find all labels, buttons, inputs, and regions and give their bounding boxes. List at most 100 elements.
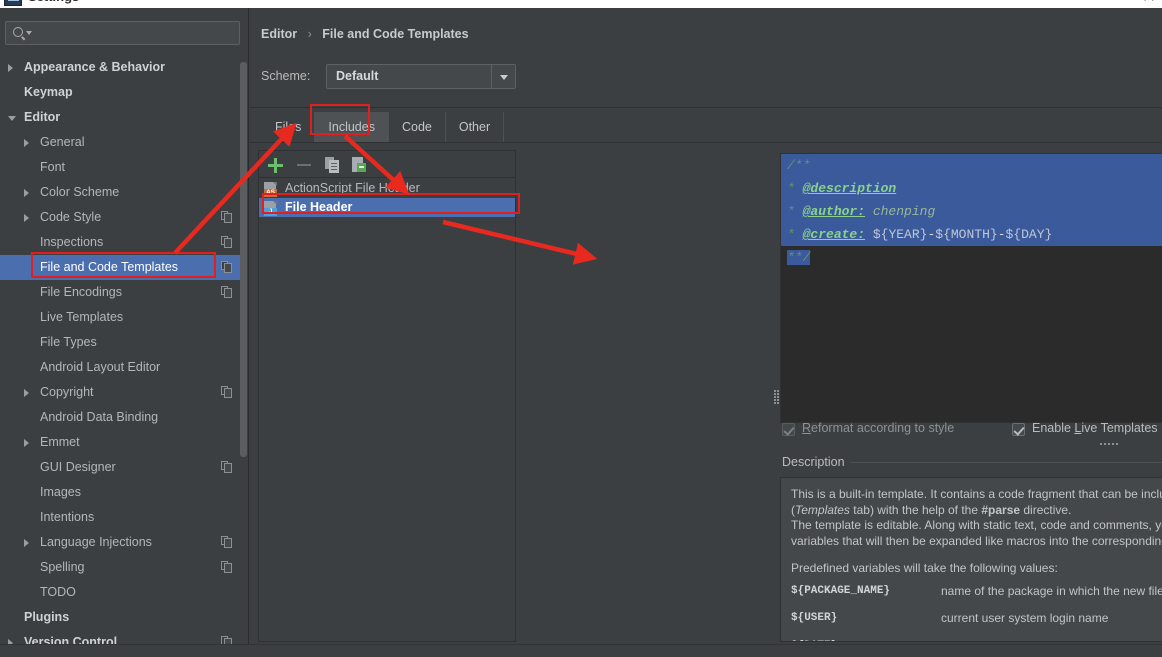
code-line-2: * @description: [781, 177, 1162, 200]
sidebar-item-label: Font: [40, 160, 66, 174]
chevron-right-icon[interactable]: [24, 139, 29, 147]
sidebar-item-label: TODO: [40, 585, 76, 599]
code-token-star-4: *: [787, 227, 803, 242]
description-paragraph-5: Predefined variables will take the follo…: [791, 561, 1058, 575]
chevron-down-icon[interactable]: [8, 116, 16, 121]
template-code-editor[interactable]: /** * @description * @author: chenping *…: [780, 153, 1162, 423]
template-file-icon: AS: [264, 182, 277, 197]
tab-other[interactable]: Other: [446, 112, 505, 142]
copy-settings-icon[interactable]: [221, 261, 233, 273]
description-panel[interactable]: This is a built-in template. It contains…: [780, 477, 1162, 642]
sidebar-scrollbar[interactable]: [240, 62, 247, 457]
scheme-selected-value: Default: [336, 69, 379, 83]
breadcrumb: Editor › File and Code Templates: [261, 27, 469, 41]
chevron-right-icon[interactable]: [24, 389, 29, 397]
chevron-right-icon[interactable]: [24, 214, 29, 222]
list-item[interactable]: J File Header: [259, 198, 515, 217]
scheme-select[interactable]: Default: [326, 64, 516, 89]
chevron-right-icon[interactable]: [24, 539, 29, 547]
sidebar-item-android-data-binding[interactable]: Android Data Binding: [0, 405, 243, 430]
tabs-bottom-divider: [250, 142, 1162, 143]
sidebar-item-file-types[interactable]: File Types: [0, 330, 243, 355]
search-input[interactable]: [34, 25, 235, 41]
copy-icon[interactable]: [323, 155, 343, 175]
close-icon[interactable]: ✕: [1142, 0, 1156, 5]
code-token-create-tag: @create:: [802, 227, 866, 242]
sidebar-item-plugins[interactable]: Plugins: [0, 605, 243, 630]
sidebar-item-file-encodings[interactable]: File Encodings: [0, 280, 243, 305]
plus-icon[interactable]: [265, 155, 285, 175]
code-token-comment-close: **/: [787, 250, 811, 265]
copy-settings-icon[interactable]: [221, 236, 233, 248]
predefined-variables-table: ${PACKAGE_NAME} name of the package in wh…: [791, 579, 1162, 642]
chevron-right-icon[interactable]: [24, 189, 29, 197]
description-paragraph-3: The template is editable. Along with sta…: [791, 518, 1162, 532]
sidebar-item-intentions[interactable]: Intentions: [0, 505, 243, 530]
sidebar-item-live-templates[interactable]: Live Templates: [0, 305, 243, 330]
copy-settings-icon[interactable]: [221, 386, 233, 398]
sidebar-item-emmet[interactable]: Emmet: [0, 430, 243, 455]
tabs-top-divider: [250, 107, 1162, 108]
copy-settings-icon[interactable]: [221, 286, 233, 298]
sidebar-item-version-control[interactable]: Version Control: [0, 630, 243, 645]
code-token-day-var: ${DAY}: [1005, 227, 1053, 242]
sidebar-item-label: Appearance & Behavior: [24, 60, 166, 74]
sidebar-item-inspections[interactable]: Inspections: [0, 230, 243, 255]
sidebar-item-font[interactable]: Font: [0, 155, 243, 180]
chevron-down-icon[interactable]: [491, 65, 515, 88]
table-row: ${PACKAGE_NAME} name of the package in wh…: [791, 579, 1162, 607]
live-templates-checkbox[interactable]: [1012, 423, 1025, 436]
chevron-right-icon[interactable]: [8, 64, 13, 72]
sidebar-item-copyright[interactable]: Copyright: [0, 380, 243, 405]
sidebar-item-label: Editor: [24, 110, 61, 124]
copy-settings-icon[interactable]: [221, 461, 233, 473]
sidebar-item-label: File and Code Templates: [40, 260, 179, 274]
live-templates-label[interactable]: Enable Live Templates: [1032, 421, 1158, 435]
copy-settings-icon[interactable]: [221, 211, 233, 223]
sidebar-item-label: Plugins: [24, 610, 70, 624]
code-token-description-tag: @description: [802, 181, 897, 196]
sidebar-item-label: Emmet: [40, 435, 80, 449]
code-token-comment-open: /**: [787, 158, 811, 173]
chevron-down-icon[interactable]: [26, 31, 32, 35]
sidebar-item-file-and-code-templates[interactable]: File and Code Templates: [0, 255, 243, 280]
sidebar-item-images[interactable]: Images: [0, 480, 243, 505]
tab-code[interactable]: Code: [389, 112, 446, 142]
sidebar-item-todo[interactable]: TODO: [0, 580, 243, 605]
sidebar-item-label: Android Layout Editor: [40, 360, 161, 374]
resize-grip-icon[interactable]: [1100, 442, 1122, 447]
copy-settings-icon[interactable]: [221, 561, 233, 573]
sidebar-item-label: Live Templates: [40, 310, 124, 324]
sidebar-item-color-scheme[interactable]: Color Scheme: [0, 180, 243, 205]
description-divider: [850, 462, 1162, 463]
settings-content: Editor › File and Code Templates Scheme:…: [250, 8, 1162, 657]
chevron-right-icon[interactable]: [24, 439, 29, 447]
reset-file-icon[interactable]: [349, 155, 369, 175]
table-row: ${USER} current user system login name: [791, 606, 1162, 634]
sidebar-item-label: File Encodings: [40, 285, 122, 299]
sidebar-item-code-style[interactable]: Code Style: [0, 205, 243, 230]
reformat-label-rest: eformat according to style: [811, 421, 955, 435]
sidebar-item-appearance-behavior[interactable]: Appearance & Behavior: [0, 55, 243, 80]
sidebar-item-language-injections[interactable]: Language Injections: [0, 530, 243, 555]
breadcrumb-root[interactable]: Editor: [261, 27, 297, 41]
sidebar-item-label: Android Data Binding: [40, 410, 159, 424]
list-item[interactable]: AS ActionScript File Header: [259, 179, 515, 198]
sidebar-item-label: GUI Designer: [40, 460, 116, 474]
sidebar-item-editor[interactable]: Editor: [0, 105, 243, 130]
tab-includes[interactable]: Includes: [315, 112, 389, 142]
sidebar-item-gui-designer[interactable]: GUI Designer: [0, 455, 243, 480]
panel-splitter-handle[interactable]: [774, 390, 779, 404]
sidebar-item-android-layout-editor[interactable]: Android Layout Editor: [0, 355, 243, 380]
variable-name: ${PACKAGE_NAME}: [791, 584, 891, 597]
sidebar-item-spelling[interactable]: Spelling: [0, 555, 243, 580]
tab-files[interactable]: Files: [262, 112, 316, 142]
template-list: AS ActionScript File Header J File Header: [259, 179, 515, 641]
description-paragraph-1: This is a built-in template. It contains…: [791, 487, 1162, 501]
code-line-1: /**: [781, 154, 1162, 177]
sidebar-item-keymap[interactable]: Keymap: [0, 80, 243, 105]
breadcrumb-separator-icon: ›: [307, 27, 312, 41]
sidebar-item-general[interactable]: General: [0, 130, 243, 155]
copy-settings-icon[interactable]: [221, 536, 233, 548]
search-box[interactable]: [5, 21, 240, 45]
